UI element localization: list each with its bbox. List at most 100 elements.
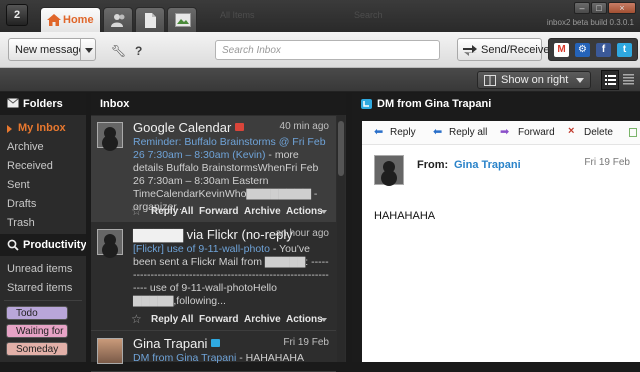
list-compact-icon: [623, 74, 634, 85]
send-receive-button[interactable]: Send/Receive: [457, 38, 550, 61]
show-on-right-label: Show on right: [501, 74, 569, 86]
hyves-icon[interactable]: ⚙: [575, 43, 590, 57]
reading-pane-position-select[interactable]: Show on right: [477, 71, 591, 89]
detailed-view-toggle[interactable]: [601, 70, 619, 90]
message-subject: [Flickr] use of 9-11-wall-photo: [133, 243, 270, 255]
message-view: ⬅︎ Reply ⬅︎ Reply all ➡︎ Forward × Delet…: [362, 121, 640, 362]
sidebar-item-received[interactable]: Received: [0, 157, 86, 176]
productivity-header-label: Productivity: [23, 239, 87, 251]
reply-all-icon: ⬅︎: [433, 126, 443, 138]
sidebar: Folders My Inbox Archive Received Sent D…: [0, 93, 87, 362]
message-preview: DM from Gina Trapani - HAHAHAHA: [133, 352, 331, 365]
forward-button[interactable]: Forward: [199, 314, 238, 325]
gmail-icon: [235, 123, 245, 131]
sidebar-item-archive[interactable]: Archive: [0, 138, 86, 157]
chevron-down-icon: [321, 210, 327, 214]
sidebar-item-starred[interactable]: Starred items: [0, 279, 86, 298]
ghost-tab-label: All Items: [220, 10, 255, 20]
send-receive-label: Send/Receive: [481, 44, 550, 56]
ghost-tab-label: Search: [354, 10, 383, 20]
layout-icon: [484, 75, 496, 86]
close-button[interactable]: ×: [608, 2, 636, 14]
image-icon: [175, 13, 191, 27]
compact-view-toggle[interactable]: [620, 70, 638, 90]
message-time: 40 min ago: [279, 121, 329, 132]
actions-menu-button[interactable]: Actions: [286, 206, 323, 217]
list-splitter[interactable]: [346, 93, 351, 362]
from-name-link[interactable]: Gina Trapani: [454, 159, 521, 171]
message-item[interactable]: ▇▇▇▇▇ via Flickr (no-reply an hour ago […: [91, 223, 336, 331]
message-snippet: - HAHAHAHA: [236, 352, 304, 364]
checkbox-icon[interactable]: [629, 128, 637, 137]
sender-name: Gina Trapani: [133, 336, 208, 351]
gmail-icon[interactable]: M: [554, 43, 569, 57]
sidebar-item-sent[interactable]: Sent: [0, 176, 86, 195]
inbox-header: Inbox: [91, 93, 346, 115]
message-item[interactable]: Google Calendar 40 min ago Reminder: Buf…: [91, 116, 336, 222]
avatar: [97, 229, 123, 255]
tab-notes[interactable]: [135, 7, 165, 32]
divider: [4, 300, 82, 301]
reply-button[interactable]: Reply: [390, 127, 416, 138]
sidebar-item-trash[interactable]: Trash: [0, 214, 86, 233]
help-icon[interactable]: ?: [135, 44, 142, 58]
facebook-icon[interactable]: f: [596, 43, 611, 57]
envelope-icon: [7, 98, 19, 108]
tab-photos[interactable]: [167, 7, 197, 32]
chevron-down-icon: [321, 318, 327, 322]
message-item[interactable]: Gina Trapani Fri 19 Feb DM from Gina Tra…: [91, 332, 336, 372]
search-input[interactable]: Search Inbox: [215, 40, 440, 60]
chevron-down-icon: [576, 78, 584, 83]
message-preview: [Flickr] use of 9-11-wall-photo - You've…: [133, 243, 331, 308]
delete-button[interactable]: Delete: [584, 127, 613, 138]
twitter-icon: [361, 99, 372, 109]
archive-button[interactable]: Archive: [244, 206, 281, 217]
wrench-icon[interactable]: 🔧︎: [111, 44, 126, 58]
actions-menu-button[interactable]: Actions: [286, 314, 323, 325]
folders-header-label: Folders: [23, 98, 63, 110]
archive-button[interactable]: Archive: [244, 314, 281, 325]
star-icon[interactable]: ☆: [131, 312, 142, 326]
message-list: Inbox Google Calendar 40 min ago Reminde…: [91, 93, 346, 372]
reply-all-button[interactable]: Reply All: [151, 314, 193, 325]
app-version: inbox2 beta build 0.3.0.1: [546, 18, 634, 27]
message-list-scrollbar[interactable]: [337, 115, 345, 362]
maximize-button[interactable]: □: [591, 2, 607, 14]
tab-home[interactable]: Home: [40, 7, 101, 32]
document-icon: [145, 13, 156, 28]
search-icon: [7, 239, 19, 251]
sender-name: Google Calendar: [133, 120, 232, 135]
star-icon[interactable]: ☆: [131, 204, 142, 218]
reply-all-button[interactable]: Reply all: [449, 127, 487, 138]
reading-pane-header: DM from Gina Trapani: [352, 93, 640, 115]
label-todo[interactable]: Todo: [6, 306, 68, 320]
new-message-label: New message: [15, 44, 85, 56]
tab-contacts[interactable]: [103, 7, 133, 32]
forward-button[interactable]: Forward: [199, 206, 238, 217]
message-time: Fri 19 Feb: [283, 337, 329, 348]
delete-icon: ×: [568, 125, 575, 137]
title-bar: 2 Home All Items Search – □ × inbox2 bet…: [0, 0, 640, 32]
toolbar: New message 🔧︎ ? Search Inbox Send/Recei…: [0, 32, 640, 68]
from-label: From:: [417, 159, 449, 171]
label-waiting-for[interactable]: Waiting for: [6, 324, 68, 338]
minimize-button[interactable]: –: [574, 2, 590, 14]
forward-button[interactable]: Forward: [518, 127, 555, 138]
app-logo: 2: [6, 4, 28, 26]
new-message-button[interactable]: New message: [8, 38, 88, 61]
reply-all-button[interactable]: Reply All: [151, 206, 193, 217]
message-sender: Google Calendar: [133, 120, 245, 135]
label-someday[interactable]: Someday: [6, 342, 68, 356]
sidebar-item-my-inbox[interactable]: My Inbox: [0, 119, 86, 138]
list-detailed-icon: [605, 75, 616, 85]
scrollbar-thumb[interactable]: [338, 121, 344, 176]
avatar: [97, 122, 123, 148]
sidebar-item-unread[interactable]: Unread items: [0, 260, 86, 279]
reading-pane-title: DM from Gina Trapani: [377, 98, 492, 110]
new-message-dropdown[interactable]: [80, 38, 96, 61]
twitter-icon[interactable]: t: [617, 43, 632, 57]
message-body: HAHAHAHA: [374, 210, 436, 222]
message-preview: Reminder: Buffalo Brainstorms @ Fri Feb …: [133, 136, 331, 214]
sidebar-item-drafts[interactable]: Drafts: [0, 195, 86, 214]
productivity-header: Productivity: [0, 234, 87, 256]
